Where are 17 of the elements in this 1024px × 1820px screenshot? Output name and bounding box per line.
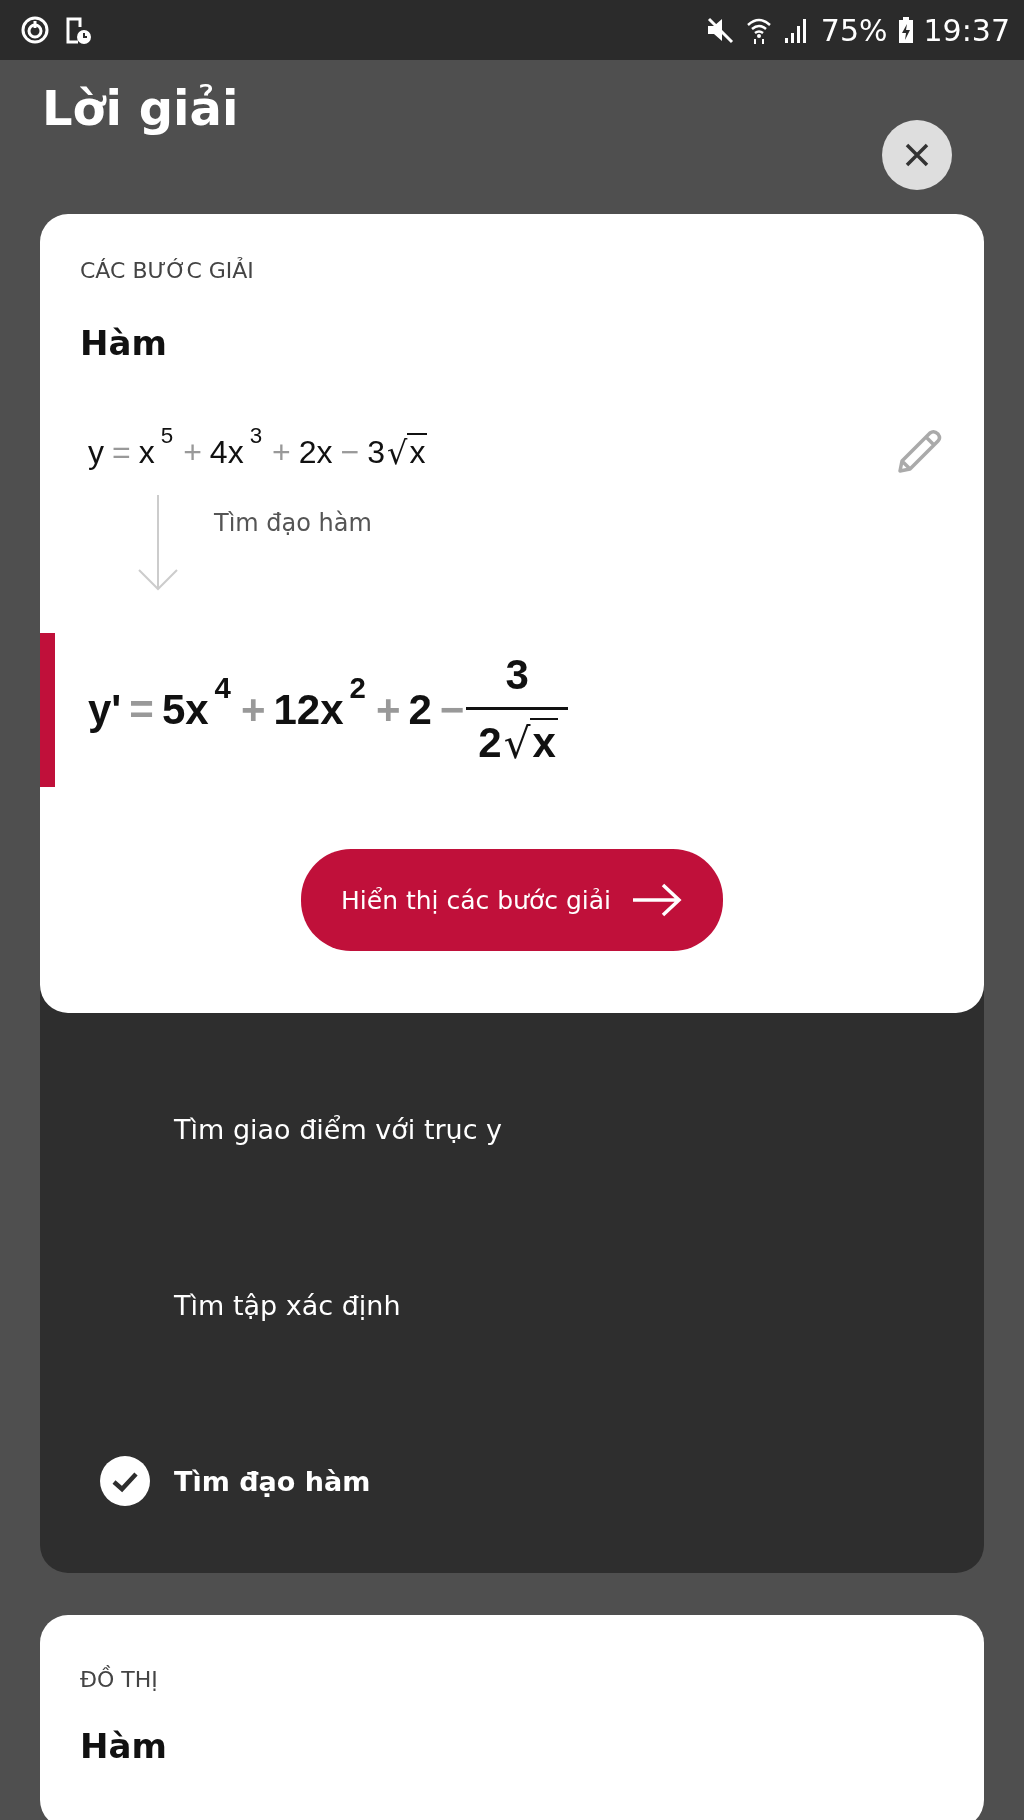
sync-icon [20, 15, 50, 45]
section-label: ĐỒ THỊ [79, 1667, 159, 1693]
battery-charging-icon [897, 16, 914, 44]
step-item[interactable]: Tìm tập xác định [174, 1289, 401, 1321]
down-arrow-icon [136, 492, 180, 593]
screen-timer-icon [64, 15, 92, 45]
card-heading: Hàm [79, 323, 168, 363]
section-label: CÁC BƯỚC GIẢI [79, 258, 255, 283]
step-note: Tìm đạo hàm [214, 508, 372, 537]
arrow-icon [631, 882, 683, 919]
card-heading: Hàm [79, 1726, 168, 1767]
step-item[interactable]: Tìm giao điểm với trục y [174, 1113, 503, 1145]
clock: 19:37 [923, 12, 1010, 48]
step-item[interactable]: Tìm đạo hàm [174, 1465, 371, 1497]
battery-percent: 75% [820, 12, 888, 48]
page-title: Lời giải [42, 80, 239, 136]
show-steps-button[interactable]: Hiển thị các bước giải [301, 849, 723, 952]
